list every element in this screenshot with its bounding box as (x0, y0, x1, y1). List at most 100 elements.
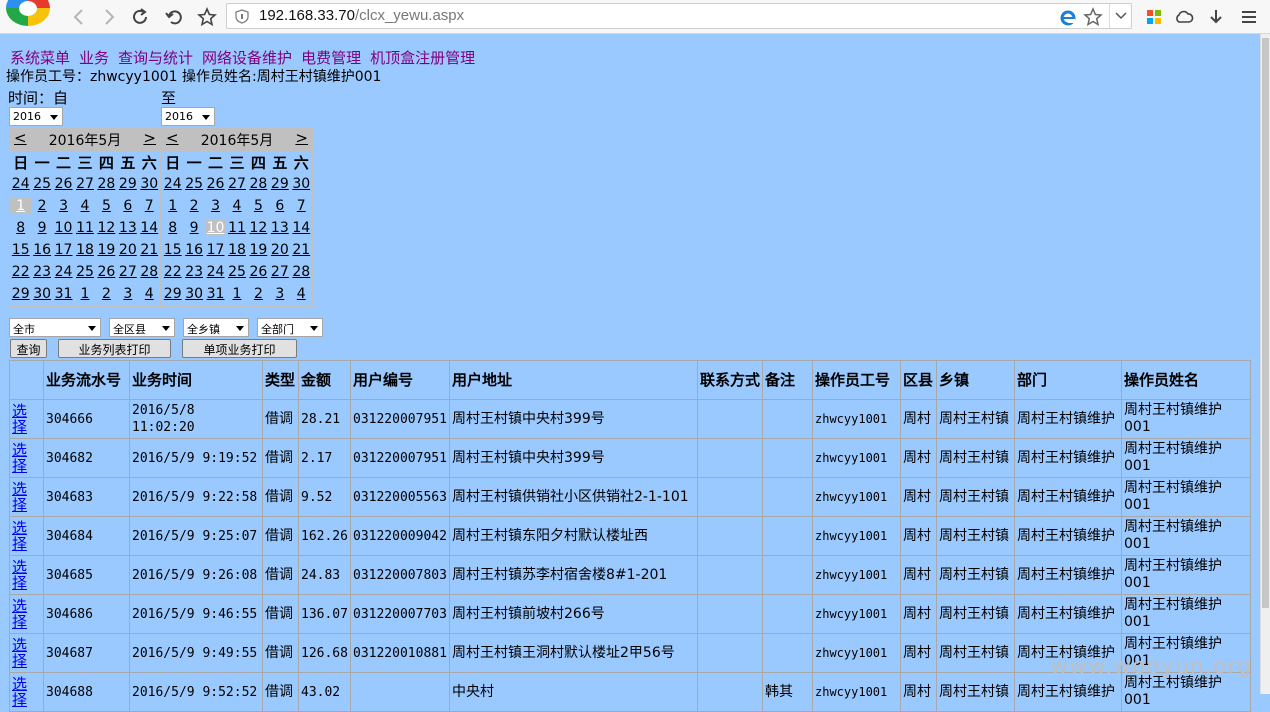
calendar-day[interactable]: 17 (53, 242, 74, 258)
calendar-day[interactable]: 7 (139, 198, 160, 214)
calendar-day[interactable]: 24 (10, 176, 31, 192)
calendar-day[interactable]: 1 (10, 198, 32, 214)
calendar-day[interactable]: 19 (96, 242, 117, 258)
calendar-day[interactable]: 28 (248, 176, 269, 192)
calendar-day[interactable]: 15 (10, 242, 31, 258)
calendar-day[interactable]: 10 (204, 220, 227, 236)
calendar-day[interactable]: 30 (139, 176, 160, 192)
calendar-day[interactable]: 8 (10, 220, 31, 236)
cloud-icon[interactable] (1171, 4, 1197, 30)
town-select[interactable]: 全乡镇 (183, 318, 249, 337)
calendar-day[interactable]: 4 (226, 198, 247, 214)
calendar-day[interactable]: 5 (248, 198, 269, 214)
menu-item-query-stats[interactable]: 查询与统计 (118, 49, 193, 67)
calendar-day[interactable]: 23 (31, 264, 52, 280)
calendar-day[interactable]: 1 (162, 198, 183, 214)
calendar-day[interactable]: 27 (226, 176, 247, 192)
calendar-day[interactable]: 13 (117, 220, 138, 236)
select-link[interactable]: 选择 (9, 633, 44, 673)
ie-mode-icon[interactable] (1059, 8, 1077, 26)
calendar-day[interactable]: 18 (226, 242, 247, 258)
calendar-day[interactable]: 25 (183, 176, 204, 192)
menu-hamburger-icon[interactable] (1236, 4, 1262, 30)
favorite-star-icon[interactable] (194, 4, 220, 30)
calendar-day[interactable]: 8 (162, 220, 183, 236)
undo-close-tab-icon[interactable] (161, 4, 187, 30)
calendar-day[interactable]: 17 (205, 242, 226, 258)
calendar-day[interactable]: 29 (162, 286, 183, 302)
apps-grid-icon[interactable] (1141, 4, 1167, 30)
page-scrollbar[interactable] (1260, 34, 1270, 694)
menu-item-stb-registration[interactable]: 机顶盒注册管理 (370, 49, 475, 67)
calendar-day[interactable]: 27 (74, 176, 95, 192)
refresh-icon[interactable] (127, 4, 153, 30)
calendar-day[interactable]: 29 (10, 286, 31, 302)
calendar-day[interactable]: 22 (162, 264, 183, 280)
calendar-day[interactable]: 21 (291, 242, 312, 258)
calendar-day[interactable]: 30 (31, 286, 52, 302)
calendar-day[interactable]: 29 (117, 176, 138, 192)
menu-item-system[interactable]: 系统菜单 (10, 49, 70, 67)
city-select[interactable]: 全市 (9, 318, 101, 337)
download-icon[interactable] (1203, 4, 1229, 30)
calendar-day[interactable]: 23 (183, 264, 204, 280)
query-button[interactable]: 查询 (10, 339, 47, 358)
calendar-day[interactable]: 3 (205, 198, 226, 214)
calendar-day[interactable]: 25 (226, 264, 247, 280)
calendar-day[interactable]: 2 (96, 286, 117, 302)
select-link[interactable]: 选择 (9, 594, 44, 634)
bookmark-star-icon[interactable] (1083, 7, 1103, 27)
address-text[interactable]: 192.168.33.70/clcx_yewu.aspx (259, 7, 464, 24)
calendar-day[interactable]: 31 (205, 286, 226, 302)
calendar-day[interactable]: 10 (53, 220, 74, 236)
calendar-day[interactable]: 9 (183, 220, 204, 236)
calendar-day[interactable]: 26 (248, 264, 269, 280)
calendar-day[interactable]: 14 (291, 220, 312, 236)
calendar-day[interactable]: 28 (139, 264, 160, 280)
calendar-day[interactable]: 29 (269, 176, 290, 192)
address-dropdown[interactable] (1109, 4, 1131, 28)
forward-icon[interactable] (96, 4, 122, 30)
select-link[interactable]: 选择 (9, 399, 44, 439)
calendar-day[interactable]: 3 (117, 286, 138, 302)
calendar-day[interactable]: 6 (117, 198, 138, 214)
calendar-day[interactable]: 13 (269, 220, 290, 236)
calendar-day[interactable]: 14 (139, 220, 160, 236)
scrollbar-thumb[interactable] (1262, 38, 1269, 608)
calendar-day[interactable]: 11 (226, 220, 247, 236)
select-link[interactable]: 选择 (9, 672, 44, 712)
calendar-day[interactable]: 20 (117, 242, 138, 258)
calendar-next-month[interactable]: > (143, 129, 156, 147)
menu-item-business[interactable]: 业务 (79, 49, 109, 67)
calendar-day[interactable]: 24 (205, 264, 226, 280)
print-single-button[interactable]: 单项业务打印 (182, 339, 297, 358)
address-bar[interactable]: 192.168.33.70/clcx_yewu.aspx (226, 3, 1132, 29)
department-select[interactable]: 全部门 (257, 318, 323, 337)
calendar-day[interactable]: 4 (74, 198, 95, 214)
calendar-day[interactable]: 1 (226, 286, 247, 302)
menu-item-electricity[interactable]: 电费管理 (301, 49, 361, 67)
calendar-day[interactable]: 21 (139, 242, 160, 258)
calendar-day[interactable]: 24 (53, 264, 74, 280)
back-icon[interactable] (66, 4, 92, 30)
calendar-day[interactable]: 26 (96, 264, 117, 280)
calendar-day[interactable]: 19 (248, 242, 269, 258)
calendar-day[interactable]: 2 (31, 198, 52, 214)
calendar-day[interactable]: 22 (10, 264, 31, 280)
calendar-day[interactable]: 25 (31, 176, 52, 192)
calendar-day[interactable]: 24 (162, 176, 183, 192)
year-to-select[interactable]: 2016 (161, 107, 215, 126)
calendar-day[interactable]: 16 (31, 242, 52, 258)
select-link[interactable]: 选择 (9, 477, 44, 517)
calendar-day[interactable]: 5 (96, 198, 117, 214)
calendar-day[interactable]: 7 (291, 198, 312, 214)
calendar-day[interactable]: 3 (269, 286, 290, 302)
year-from-select[interactable]: 2016 (9, 107, 63, 126)
calendar-day[interactable]: 30 (183, 286, 204, 302)
calendar-day[interactable]: 25 (74, 264, 95, 280)
calendar-day[interactable]: 6 (269, 198, 290, 214)
calendar-next-month[interactable]: > (295, 129, 308, 147)
select-link[interactable]: 选择 (9, 438, 44, 478)
calendar-day[interactable]: 28 (96, 176, 117, 192)
calendar-day[interactable]: 3 (53, 198, 74, 214)
